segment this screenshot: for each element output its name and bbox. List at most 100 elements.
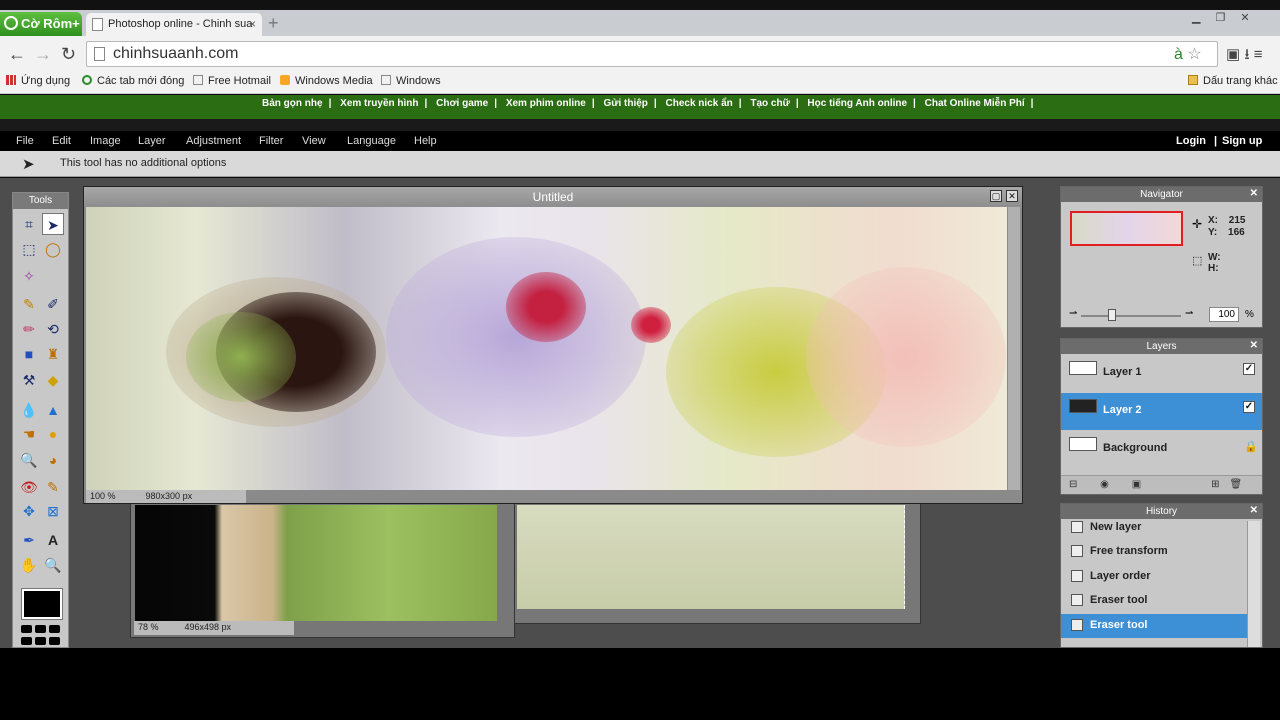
history-item[interactable]: Layer order	[1061, 565, 1247, 589]
menu-layer[interactable]: Layer	[138, 135, 166, 147]
bookmark-apps[interactable]: Ứng dụng	[6, 75, 70, 87]
bookmark-windows[interactable]: Windows	[381, 75, 441, 87]
site-link[interactable]: Chơi game	[436, 98, 488, 109]
sponge-tool-icon[interactable]: ●	[42, 423, 64, 445]
bookmark-free-hotmail[interactable]: Free Hotmail	[193, 75, 271, 87]
wand-tool-icon[interactable]: ✧	[18, 265, 40, 287]
bookmark-windows-media[interactable]: Windows Media	[280, 75, 373, 87]
close-icon[interactable]: ✕	[1250, 505, 1258, 516]
site-link[interactable]: Xem phim online	[506, 98, 586, 109]
maximize-icon[interactable]: ▢	[990, 190, 1002, 202]
bloat-tool-icon[interactable]: ✥	[18, 500, 40, 522]
visibility-checkbox[interactable]: ✓	[1243, 363, 1255, 375]
mask-icon[interactable]: ◉	[1100, 479, 1119, 490]
site-link[interactable]: Tạo chữ	[750, 98, 789, 109]
folder-icon[interactable]: ▣	[1132, 479, 1151, 490]
foreground-color-swatch[interactable]	[21, 588, 63, 620]
eraser-tool-icon[interactable]: ✏	[18, 318, 40, 340]
visibility-checkbox[interactable]: ✓	[1243, 401, 1255, 413]
close-tab-icon[interactable]: ×	[249, 17, 256, 31]
color-picker-icon[interactable]: ✒	[18, 529, 40, 551]
red-eye-tool-icon[interactable]: 👁	[18, 476, 40, 498]
signup-link[interactable]: Sign up	[1222, 135, 1262, 147]
site-link[interactable]: Gửi thiệp	[603, 98, 647, 109]
burn-tool-icon[interactable]: ◕	[42, 449, 64, 471]
navigator-thumbnail[interactable]	[1070, 211, 1183, 246]
close-icon[interactable]: ✕	[1006, 190, 1018, 202]
gradient-tool-icon[interactable]: ■	[18, 343, 40, 365]
site-link[interactable]: Bản gọn nhẹ	[262, 98, 323, 109]
history-item-current[interactable]: Eraser tool	[1061, 614, 1247, 638]
zoom-in-icon[interactable]: ⇀	[1185, 308, 1193, 319]
menu-image[interactable]: Image	[90, 135, 121, 147]
back-button[interactable]: ←	[8, 44, 26, 65]
reload-button[interactable]: ↻	[61, 44, 76, 65]
menu-edit[interactable]: Edit	[52, 135, 71, 147]
type-tool-icon[interactable]: A	[42, 529, 64, 551]
marquee-tool-icon[interactable]: ⬚	[18, 238, 40, 260]
preset-dot[interactable]	[35, 625, 46, 633]
layer-options-icon[interactable]: ⊟	[1069, 479, 1087, 490]
new-layer-icon[interactable]: ⊞	[1211, 479, 1229, 490]
sharpen-tool-icon[interactable]: ▲	[42, 399, 64, 421]
menu-adjustment[interactable]: Adjustment	[186, 135, 241, 147]
layer-row-layer-1[interactable]: Layer 1 ✓	[1061, 355, 1262, 391]
trash-icon[interactable]: 🗑	[1230, 479, 1253, 490]
zoom-input[interactable]: 100	[1209, 307, 1239, 322]
layer-row-layer-2[interactable]: Layer 2 ✓	[1061, 393, 1262, 430]
document-canvas[interactable]	[86, 207, 1007, 490]
document-window-back[interactable]: 78 % 496x498 px	[130, 500, 515, 638]
brush-tool-icon[interactable]: ✐	[42, 293, 64, 315]
preset-dot[interactable]	[49, 625, 60, 633]
tab-photoshop-online[interactable]: Photoshop online - Chinh sua ×	[86, 13, 262, 36]
crop-tool-icon[interactable]: ⌗	[18, 213, 40, 235]
menu-view[interactable]: View	[302, 135, 326, 147]
menu-file[interactable]: File	[16, 135, 34, 147]
preset-dot[interactable]	[21, 637, 32, 645]
zoom-tool-icon[interactable]: 🔍	[42, 554, 64, 576]
preset-dot[interactable]	[21, 625, 32, 633]
bookmark-other[interactable]: Dấu trang khác	[1188, 75, 1278, 87]
history-item[interactable]: New layer	[1061, 516, 1247, 540]
document-window-main[interactable]: Untitled ▢ ✕ 100 % 980x300 px	[83, 186, 1023, 504]
menu-icons[interactable]: ▣ ⭳ ≡	[1226, 44, 1263, 69]
site-link[interactable]: Chat Online Miễn Phí	[925, 98, 1025, 109]
new-tab-button[interactable]: +	[268, 13, 279, 34]
blur-tool-icon[interactable]: 💧	[18, 399, 40, 421]
layer-row-background[interactable]: Background 🔒	[1061, 431, 1262, 467]
menu-language[interactable]: Language	[347, 135, 396, 147]
move-tool-icon[interactable]: ➤	[42, 213, 64, 235]
site-link[interactable]: Xem truyền hình	[340, 98, 418, 109]
document-window-texture[interactable]	[514, 500, 921, 624]
preset-dot[interactable]	[35, 637, 46, 645]
extension-icons[interactable]: à ☆	[1174, 44, 1202, 64]
window-controls[interactable]: ▁ ❐ ✕	[1192, 11, 1256, 24]
replace-color-icon[interactable]: ⟲	[42, 318, 64, 340]
lasso-tool-icon[interactable]: ◯	[42, 238, 64, 260]
dodge-tool-icon[interactable]: 🔍	[18, 449, 40, 471]
pinch-tool-icon[interactable]: ⊠	[42, 500, 64, 522]
menu-help[interactable]: Help	[414, 135, 437, 147]
smudge-tool-icon[interactable]: ☚	[18, 423, 40, 445]
color-replace-icon[interactable]: ◆	[42, 369, 64, 391]
forward-button[interactable]: →	[34, 44, 52, 65]
clone-tool-icon[interactable]: ⚒	[18, 369, 40, 391]
close-icon[interactable]: ✕	[1250, 188, 1258, 199]
zoom-slider-knob[interactable]	[1108, 309, 1116, 321]
close-icon[interactable]: ✕	[1250, 340, 1258, 351]
fill-tool-icon[interactable]: ♜	[42, 343, 64, 365]
history-scrollbar[interactable]	[1247, 521, 1260, 647]
bookmark-recent-tabs[interactable]: Các tab mới đóng	[82, 75, 184, 87]
site-link[interactable]: Học tiếng Anh online	[807, 98, 907, 109]
document-canvas-back[interactable]	[135, 505, 497, 621]
pencil-tool-icon[interactable]: ✎	[18, 293, 40, 315]
site-link[interactable]: Check nick ẩn	[666, 98, 733, 109]
vertical-scrollbar[interactable]	[1008, 207, 1020, 490]
spot-heal-icon[interactable]: ✎	[42, 476, 64, 498]
address-bar[interactable]: chinhsuaanh.com	[86, 41, 1218, 67]
zoom-slider-track[interactable]	[1081, 315, 1181, 317]
history-item[interactable]: Free transform	[1061, 540, 1247, 564]
hand-tool-icon[interactable]: ✋	[18, 554, 40, 576]
document-canvas-texture[interactable]	[517, 505, 905, 609]
history-item[interactable]: Eraser tool	[1061, 589, 1247, 613]
